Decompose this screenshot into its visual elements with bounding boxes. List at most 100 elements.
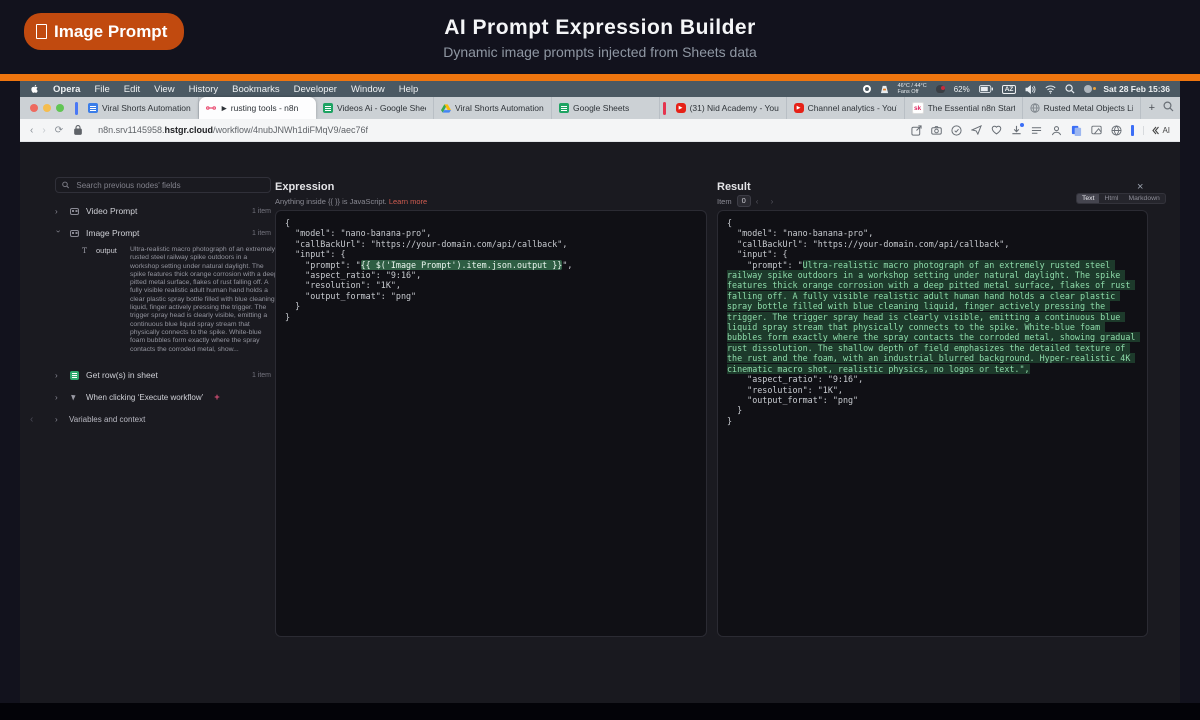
collapse-panel-chevron[interactable]: ‹ <box>30 414 33 425</box>
new-tab-button[interactable]: + <box>1149 102 1155 114</box>
youtube-favicon-icon <box>676 103 686 113</box>
chevron-right-icon[interactable]: › <box>55 207 62 216</box>
snapshot-icon[interactable] <box>1091 125 1102 136</box>
sheets-node-icon <box>69 371 79 380</box>
download-icon[interactable] <box>1011 125 1022 136</box>
profile-icon[interactable] <box>1051 125 1062 136</box>
expression-code-editor[interactable]: { "model": "nano-banana-pro", "callBackU… <box>275 210 707 637</box>
spotlight-search-icon[interactable] <box>1065 84 1075 94</box>
view-tab-html[interactable]: Html <box>1099 194 1123 203</box>
menu-item-file[interactable]: File <box>94 84 109 95</box>
chevron-down-icon[interactable]: › <box>54 230 63 237</box>
node-row-variables-and-context[interactable]: › Variables and context <box>55 412 271 426</box>
menu-item-edit[interactable]: Edit <box>124 84 140 95</box>
window-controls <box>30 104 64 112</box>
learn-more-link[interactable]: Learn more <box>389 197 427 206</box>
tab-group-bar-blue <box>75 102 78 115</box>
tab-search-icon[interactable] <box>1163 99 1174 117</box>
close-window-button[interactable] <box>30 104 38 112</box>
macos-menu-bar: Opera File Edit View History Bookmarks D… <box>20 81 1180 97</box>
browser-tab-bar: Viral Shorts Automation ► rusting tools … <box>20 97 1180 119</box>
sidebar-toggle-indicator[interactable] <box>1131 125 1134 136</box>
google-drive-favicon-icon <box>441 103 451 113</box>
result-item-stepper: Item 0 ‹ › <box>717 195 778 207</box>
page-header: Image Prompt AI Prompt Expression Builde… <box>0 0 1200 74</box>
output-field-row[interactable]: T output Ultra-realistic macro photograp… <box>82 246 278 354</box>
tab-rusted-metal-objects[interactable]: Rusted Metal Objects Li <box>1023 97 1141 119</box>
edit-share-icon[interactable] <box>911 125 922 136</box>
minimize-window-button[interactable] <box>43 104 51 112</box>
expression-panel-title: Expression <box>275 181 334 193</box>
menu-item-view[interactable]: View <box>154 84 174 95</box>
chevron-right-icon[interactable]: › <box>55 371 62 380</box>
download-badge-dot <box>1020 123 1024 127</box>
maximize-window-button[interactable] <box>56 104 64 112</box>
item-index-input[interactable]: 0 <box>737 195 751 207</box>
bottom-black-bar <box>0 703 1200 720</box>
result-panel-title: Result <box>717 181 751 193</box>
n8n-favicon-icon <box>206 103 216 113</box>
page-subtitle: Dynamic image prompts injected from Shee… <box>0 44 1200 60</box>
url-field[interactable]: n8n.srv1145958.hstgr.cloud/workflow/4nub… <box>98 125 368 135</box>
node-row-get-rows-in-sheet[interactable]: › Get row(s) in sheet 1 item <box>55 368 271 382</box>
search-input[interactable] <box>74 180 264 191</box>
node-row-execute-workflow-trigger[interactable]: › When clicking ‘Execute workflow’ + <box>55 390 271 404</box>
tab-google-sheets[interactable]: Google Sheets <box>552 97 660 119</box>
heart-bookmark-icon[interactable] <box>991 125 1002 136</box>
node-row-image-prompt[interactable]: › Image Prompt 1 item <box>55 226 271 240</box>
tab-viral-shorts-automation-1[interactable]: Viral Shorts Automation <box>81 97 199 119</box>
youtube-favicon-icon <box>794 103 804 113</box>
chevron-right-icon[interactable]: › <box>55 415 62 424</box>
vlc-cone-icon[interactable] <box>880 85 889 94</box>
search-fields-box[interactable] <box>55 177 271 193</box>
send-icon[interactable] <box>971 125 982 136</box>
assistant-icon[interactable] <box>1084 85 1092 93</box>
input-source-indicator[interactable]: AZ <box>1002 85 1017 94</box>
address-bar-actions: AI <box>911 125 1170 136</box>
extensions-globe-icon[interactable] <box>1111 125 1122 136</box>
back-button[interactable]: ‹ <box>30 125 33 136</box>
tab-channel-analytics-youtube[interactable]: Channel analytics - YouT <box>787 97 905 119</box>
reload-button[interactable]: ⟳ <box>55 125 63 136</box>
battery-percent: 62% <box>954 85 970 94</box>
temperature-status[interactable]: 46°C / 44°C Fans Off <box>898 83 927 95</box>
record-status-icon[interactable] <box>863 85 871 93</box>
chevron-right-icon[interactable]: › <box>55 393 62 402</box>
browser-address-bar: ‹ › ⟳ n8n.srv1145958.hstgr.cloud/workflo… <box>20 119 1180 142</box>
camera-icon[interactable] <box>931 125 942 136</box>
node-row-video-prompt[interactable]: › Video Prompt 1 item <box>55 204 271 218</box>
google-sheets-favicon-icon <box>323 103 333 113</box>
reading-list-icon[interactable] <box>1031 125 1042 136</box>
wifi-icon[interactable] <box>1045 85 1056 94</box>
google-sheets-favicon-icon <box>559 103 569 113</box>
menu-item-window[interactable]: Window <box>351 84 385 95</box>
apple-logo-icon[interactable] <box>30 84 39 94</box>
item-prev-next-buttons[interactable]: ‹ › <box>756 197 779 206</box>
menu-item-opera[interactable]: Opera <box>53 84 80 95</box>
tab-nid-academy-youtube[interactable]: (31) Nid Academy - YouT <box>669 97 787 119</box>
result-code-view[interactable]: { "model": "nano-banana-pro", "callBackU… <box>717 210 1148 637</box>
menu-item-bookmarks[interactable]: Bookmarks <box>232 84 280 95</box>
menubar-app-icon[interactable] <box>936 85 945 93</box>
tab-videos-ai-google-sheets[interactable]: Videos Ai - Google Shee <box>316 97 434 119</box>
menu-item-developer[interactable]: Developer <box>294 84 337 95</box>
forward-button[interactable]: › <box>42 125 45 136</box>
close-icon[interactable]: × <box>1137 181 1143 193</box>
volume-icon[interactable] <box>1025 85 1036 94</box>
trigger-cursor-icon <box>69 394 79 400</box>
aria-ai-button[interactable]: AI <box>1143 126 1170 135</box>
view-tab-text[interactable]: Text <box>1077 194 1099 203</box>
badge-check-icon[interactable] <box>951 125 962 136</box>
tab-viral-shorts-automation-2[interactable]: Viral Shorts Automation <box>434 97 552 119</box>
tab-rusting-tools-n8n-active[interactable]: ► rusting tools - n8n <box>199 97 316 119</box>
tab-essential-n8n-starter[interactable]: sk The Essential n8n Starte <box>905 97 1023 119</box>
string-type-icon: T <box>82 246 90 255</box>
view-tab-markdown[interactable]: Markdown <box>1123 194 1164 203</box>
battery-icon[interactable] <box>979 85 993 93</box>
menu-bar-clock[interactable]: Sat 28 Feb 15:36 <box>1103 84 1170 94</box>
expression-hint: Anything inside {{ }} is JavaScript. Lea… <box>275 197 427 206</box>
menu-item-history[interactable]: History <box>189 84 219 95</box>
browser-window: Opera File Edit View History Bookmarks D… <box>20 81 1180 703</box>
copy-pages-icon[interactable] <box>1071 125 1082 136</box>
menu-item-help[interactable]: Help <box>399 84 419 95</box>
